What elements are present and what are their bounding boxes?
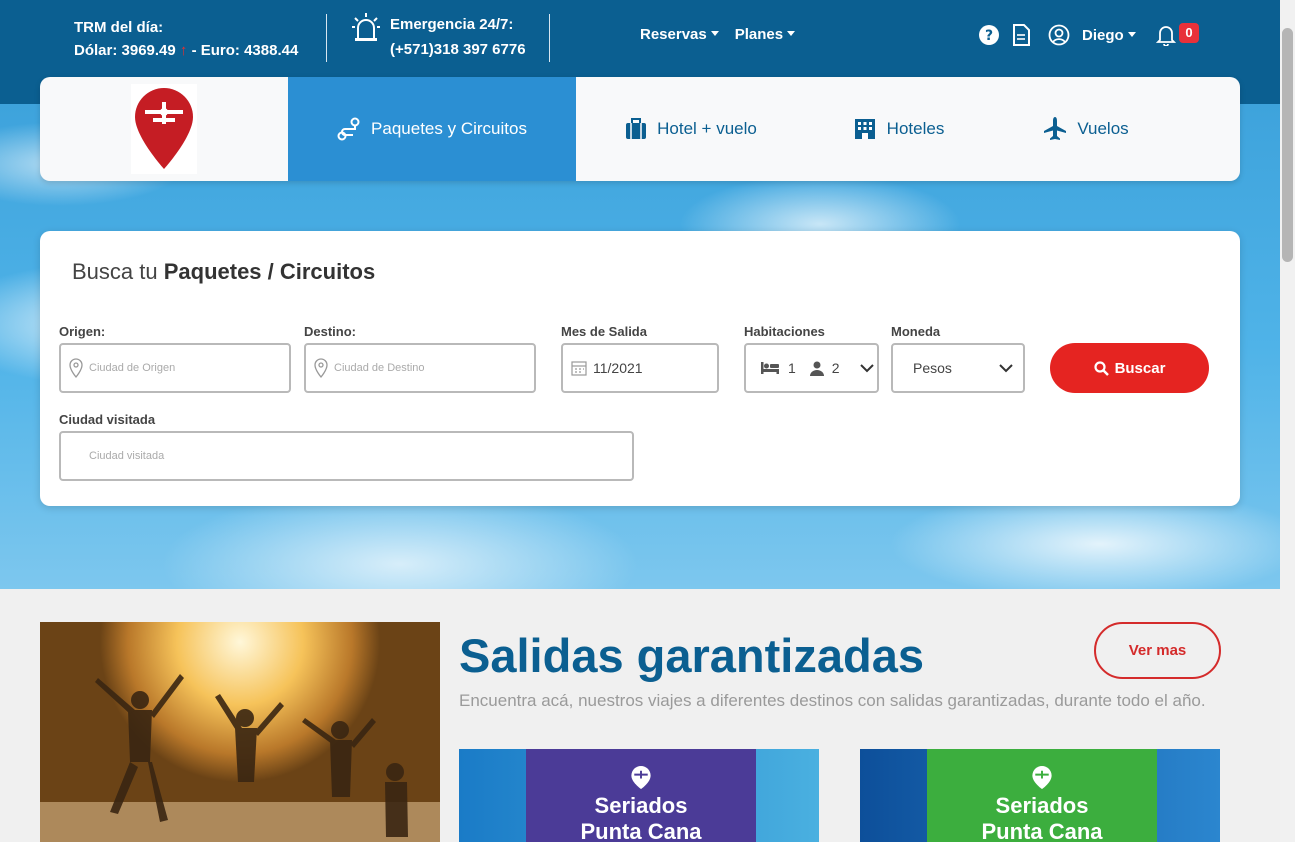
ciudad-label: Ciudad visitada <box>59 412 156 427</box>
section-title: Salidas garantizadas <box>459 629 924 682</box>
map-pin-icon <box>69 358 83 378</box>
card-title-line1: Seriados <box>594 793 688 818</box>
search-button[interactable]: Buscar <box>1050 343 1209 393</box>
search-icon <box>1093 360 1109 376</box>
tab-label: Vuelos <box>1077 119 1129 138</box>
moneda-label: Moneda <box>891 324 941 339</box>
hotel-icon <box>854 119 875 139</box>
person-icon <box>809 361 824 376</box>
card-title-line2: Punta Cana <box>580 819 702 842</box>
search-button-label: Buscar <box>1114 359 1166 377</box>
logo-pin-icon <box>631 765 651 790</box>
calendar-icon <box>571 361 587 376</box>
route-icon <box>337 117 360 141</box>
ciudad-input[interactable]: Ciudad visitada <box>59 431 634 481</box>
habitaciones-label: Habitaciones <box>744 324 825 339</box>
mes-label: Mes de Salida <box>561 324 647 339</box>
chevron-down-icon <box>999 364 1013 373</box>
divider <box>326 14 327 62</box>
mes-field[interactable]: 11/2021 <box>561 343 719 393</box>
destino-placeholder: Ciudad de Destino <box>334 362 425 374</box>
suitcase-icon <box>626 118 647 139</box>
user-icon[interactable] <box>1048 24 1070 46</box>
user-menu[interactable]: Diego <box>1082 27 1136 44</box>
tab-hotel-vuelo[interactable]: Hotel + vuelo <box>576 77 806 181</box>
moneda-value: Pesos <box>913 360 952 376</box>
chevron-down-icon <box>859 364 874 373</box>
destino-field[interactable]: Ciudad de Destino <box>304 343 536 393</box>
map-pin-icon <box>314 358 328 378</box>
tab-label: Hotel + vuelo <box>657 119 757 138</box>
divider <box>549 14 550 62</box>
tab-label: Hoteles <box>886 119 945 138</box>
card-title-line1: Seriados <box>995 793 1089 818</box>
main-nav: Reservas Planes <box>640 26 795 43</box>
card-title-line2: Punta Cana <box>981 819 1103 842</box>
notification-badge[interactable]: 0 <box>1179 23 1199 43</box>
up-arrow-icon: ↑ <box>179 42 188 59</box>
moneda-select[interactable]: Pesos <box>891 343 1025 393</box>
origen-field[interactable]: Ciudad de Origen <box>59 343 291 393</box>
emergency-contact: Emergencia 24/7: (+571)318 397 6776 <box>352 12 526 62</box>
user-area: ? Diego <box>978 24 1176 46</box>
siren-icon <box>352 13 380 41</box>
help-icon[interactable]: ? <box>978 24 1000 46</box>
mes-value: 11/2021 <box>593 360 643 376</box>
search-panel: Busca tu Paquetes / Circuitos Origen: Ci… <box>40 231 1240 506</box>
product-tabs: Paquetes y Circuitos Hotel + vuelo Hotel… <box>40 77 1240 181</box>
card-panel: Seriados Punta Cana <box>526 749 756 842</box>
emergency-phone[interactable]: (+571)318 397 6776 <box>390 37 526 62</box>
origen-placeholder: Ciudad de Origen <box>89 362 176 374</box>
search-title-prefix: Busca tu <box>72 259 164 284</box>
section-description: Encuentra acá, nuestros viajes a diferen… <box>459 691 1206 710</box>
destino-label: Destino: <box>304 324 356 339</box>
card-panel: Seriados Punta Cana <box>927 749 1157 842</box>
tab-label: Paquetes y Circuitos <box>371 119 527 138</box>
trm-title: TRM del día: <box>74 19 164 36</box>
logo-pin-icon <box>131 84 197 174</box>
package-card[interactable]: Seriados Punta Cana <box>459 749 819 842</box>
svg-text:?: ? <box>985 28 993 44</box>
rooms-count: 1 <box>788 360 796 376</box>
search-title: Busca tu Paquetes / Circuitos <box>72 259 375 285</box>
emergency-title: Emergencia 24/7: <box>390 16 514 33</box>
nav-reservas[interactable]: Reservas <box>640 26 719 43</box>
search-title-bold: Paquetes / Circuitos <box>163 259 376 284</box>
bell-icon[interactable] <box>1155 24 1176 46</box>
nav-planes[interactable]: Planes <box>735 26 795 43</box>
origen-label: Origen: <box>59 324 106 339</box>
tab-paquetes[interactable]: Paquetes y Circuitos <box>288 77 576 181</box>
euro-rate: - Euro: 4388.44 <box>191 42 299 59</box>
logo-pin-icon <box>1032 765 1052 790</box>
bed-icon <box>761 362 779 374</box>
beach-photo <box>40 622 440 842</box>
people-jumping-image <box>40 674 440 842</box>
package-card[interactable]: Seriados Punta Cana <box>860 749 1220 842</box>
scrollbar-thumb[interactable] <box>1282 28 1293 262</box>
exchange-rates: TRM del día: Dólar: 3969.49 ↑ - Euro: 43… <box>74 16 298 62</box>
tab-hoteles[interactable]: Hoteles <box>806 77 991 181</box>
habitaciones-field[interactable]: 1 2 <box>744 343 879 393</box>
ver-mas-button[interactable]: Ver mas <box>1094 622 1221 679</box>
people-count: 2 <box>831 360 840 376</box>
logo[interactable] <box>40 77 288 181</box>
dolar-rate: Dólar: 3969.49 <box>74 42 176 59</box>
ciudad-placeholder: Ciudad visitada <box>89 450 165 462</box>
document-icon[interactable] <box>1012 24 1030 46</box>
plane-icon <box>1044 117 1067 140</box>
tab-vuelos[interactable]: Vuelos <box>991 77 1181 181</box>
